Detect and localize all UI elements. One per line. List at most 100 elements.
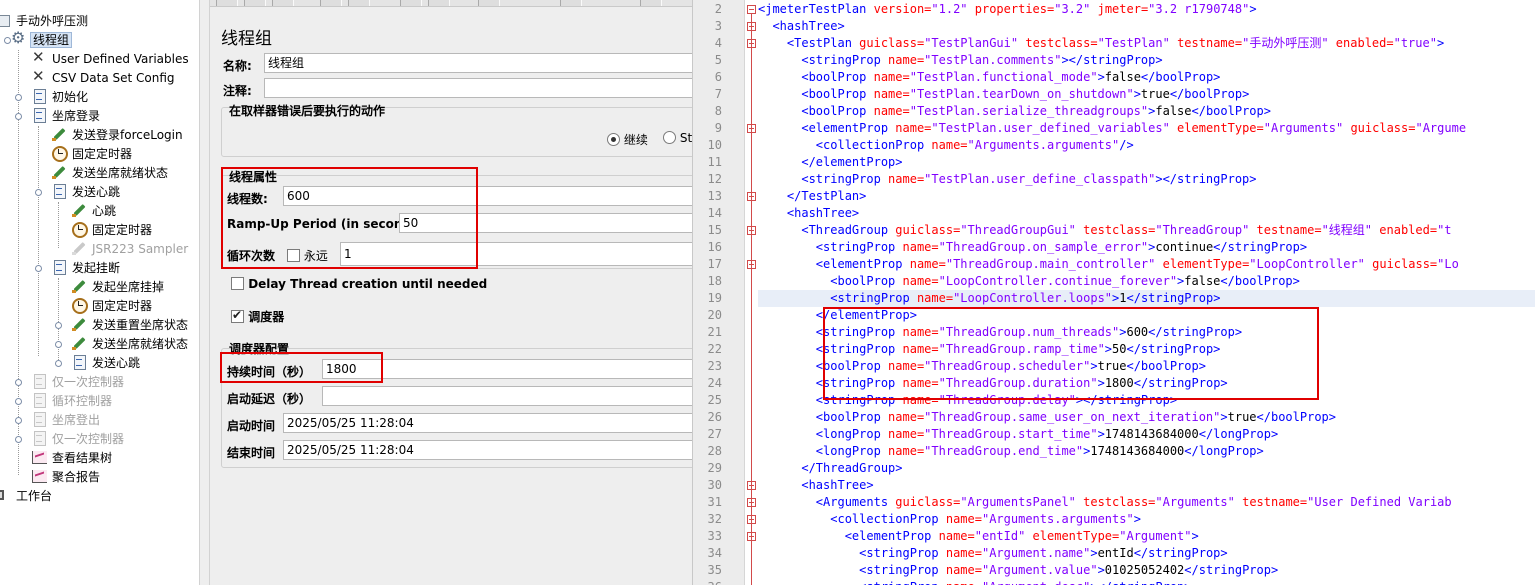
code-line[interactable]: <stringProp name="Argument.desc"></strin… [758,579,1535,585]
toolbar-button[interactable] [348,0,370,6]
expand-handle[interactable] [15,94,22,101]
code-line[interactable]: <stringProp name="ThreadGroup.on_sample_… [758,239,1535,256]
code-line[interactable]: <TestPlan guiclass="TestPlanGui" testcla… [758,35,1535,52]
rampup-field[interactable]: 50 [399,213,692,233]
expand-handle[interactable] [15,379,22,386]
code-line[interactable]: <boolProp name="LoopController.continue_… [758,273,1535,290]
code-line[interactable]: <collectionProp name="Arguments.argument… [758,137,1535,154]
name-field[interactable]: 线程组 [264,53,692,73]
fold-toggle[interactable] [747,5,756,14]
tree-item-agent-logout[interactable]: 坐席登出 [31,411,102,430]
scheduler-option[interactable]: 调度器 [231,308,284,325]
scheduler-checkbox[interactable] [231,308,244,323]
code-line[interactable]: </ThreadGroup> [758,460,1535,477]
collapse-handle[interactable] [35,265,42,272]
toolbar-button[interactable] [560,0,582,6]
code-line[interactable]: <stringProp name="TestPlan.user_define_c… [758,171,1535,188]
tree-item-csv-data-set-config[interactable]: CSV Data Set Config [31,67,177,88]
loop-count-field[interactable]: 1 [340,242,692,266]
code-line[interactable]: </elementProp> [758,307,1535,324]
toolbar-button[interactable] [272,0,294,6]
toolbar-button[interactable] [640,0,662,6]
code-line[interactable]: <elementProp name="entId" elementType="A… [758,528,1535,545]
tree-item-send-heartbeat[interactable]: 发送心跳 [51,183,122,202]
startup-delay-field[interactable] [322,386,692,406]
tree-item-init[interactable]: 初始化 [31,88,90,107]
code-line[interactable]: </elementProp> [758,154,1535,171]
tree-item-agent-hangup[interactable]: 发起坐席挂掉 [71,278,166,297]
code-line[interactable]: <stringProp name="LoopController.loops">… [758,290,1535,307]
code-area[interactable]: <jmeterTestPlan version="1.2" properties… [758,0,1535,585]
continue-radio[interactable] [607,133,620,146]
code-line[interactable]: <stringProp name="Argument.value">010250… [758,562,1535,579]
toolbar-button[interactable] [400,0,422,6]
toolbar-button[interactable] [216,0,238,6]
code-line[interactable]: </TestPlan> [758,188,1535,205]
start-time-field[interactable]: 2025/05/25 11:28:04 [283,413,692,433]
expand-handle[interactable] [55,341,62,348]
tree-item-send-agent-ready[interactable]: 发送坐席就绪状态 [51,164,170,183]
comment-field[interactable] [264,78,692,98]
forever-option[interactable]: 永远 [287,247,328,264]
on-error-continue-option[interactable]: 继续 [607,131,648,148]
toolbar-button[interactable] [320,0,342,6]
code-line[interactable]: <boolProp name="TestPlan.functional_mode… [758,69,1535,86]
delay-creation-checkbox[interactable] [231,277,244,290]
delay-creation-option[interactable]: Delay Thread creation until needed [231,277,487,291]
code-line[interactable]: <hashTree> [758,477,1535,494]
tree-item-once-only-controller[interactable]: 仅一次控制器 [31,373,126,392]
forever-checkbox[interactable] [287,249,300,262]
code-line[interactable]: <elementProp name="ThreadGroup.main_cont… [758,256,1535,273]
duration-field[interactable]: 1800 [322,359,692,379]
tree-item-agent-login[interactable]: 坐席登录 [31,107,102,126]
tree-item-constant-timer[interactable]: 固定定时器 [71,297,154,316]
tree-item-jsr223-sampler[interactable]: JSR223 Sampler [71,240,190,259]
tree-item-initiate-hangup[interactable]: 发起挂断 [51,259,122,278]
code-line[interactable]: <elementProp name="TestPlan.user_defined… [758,120,1535,137]
code-line[interactable]: <hashTree> [758,18,1535,35]
expand-handle[interactable] [15,398,22,405]
xml-editor[interactable]: 2 3 4 5 6 7 8 9 10 11 12 13 14 15 16 17 18 19 20 21 22 23 24 25… [692,0,1535,585]
code-line[interactable]: <hashTree> [758,205,1535,222]
code-line[interactable]: <longProp name="ThreadGroup.start_time">… [758,426,1535,443]
tree-item-user-defined-variables[interactable]: User Defined Variables [31,48,191,69]
pane-splitter[interactable] [199,0,210,585]
end-time-field[interactable]: 2025/05/25 11:28:04 [283,440,692,460]
code-line[interactable]: <ThreadGroup guiclass="ThreadGroupGui" t… [758,222,1535,239]
toolbar-button[interactable] [244,0,266,6]
code-line[interactable]: <boolProp name="TestPlan.serialize_threa… [758,103,1535,120]
expand-handle[interactable] [55,322,62,329]
toolbar-button[interactable] [478,0,500,6]
code-line[interactable]: <stringProp name="Argument.name">entId</… [758,545,1535,562]
code-line[interactable]: <jmeterTestPlan version="1.2" properties… [758,1,1535,18]
collapse-handle[interactable] [35,189,42,196]
tree-item-send-force-login[interactable]: 发送登录forceLogin [51,126,185,145]
toolbar-button[interactable] [428,0,450,6]
code-line[interactable]: <stringProp name="ThreadGroup.delay"></s… [758,392,1535,409]
tree-item-once-only-controller[interactable]: 仅一次控制器 [31,430,126,449]
on-error-next-option[interactable]: St [663,131,692,145]
tree-item-heartbeat[interactable]: 心跳 [71,202,118,221]
code-line[interactable]: <stringProp name="ThreadGroup.duration">… [758,375,1535,392]
tree-item-reset-agent-state[interactable]: 发送重置坐席状态 [71,316,190,335]
tree-item-send-heartbeat[interactable]: 发送心跳 [71,354,142,373]
tree-item-loop-controller[interactable]: 循环控制器 [31,392,114,411]
tree-item-constant-timer[interactable]: 固定定时器 [51,145,134,164]
code-line[interactable]: <boolProp name="ThreadGroup.scheduler">t… [758,358,1535,375]
code-line[interactable]: <stringProp name="ThreadGroup.num_thread… [758,324,1535,341]
code-line[interactable]: <Arguments guiclass="ArgumentsPanel" tes… [758,494,1535,511]
expand-handle[interactable] [15,436,22,443]
expand-handle[interactable] [55,360,62,367]
collapse-handle[interactable] [15,113,22,120]
tree-item-workbench[interactable]: 工作台 [0,487,54,506]
tree-item-send-agent-ready[interactable]: 发送坐席就绪状态 [71,335,190,354]
tree-item-aggregate-report[interactable]: 聚合报告 [31,468,102,487]
code-line[interactable]: <stringProp name="ThreadGroup.ramp_time"… [758,341,1535,358]
code-line[interactable]: <boolProp name="ThreadGroup.same_user_on… [758,409,1535,426]
code-line[interactable]: <boolProp name="TestPlan.tearDown_on_shu… [758,86,1535,103]
start-next-radio[interactable] [663,131,676,144]
code-line[interactable]: <collectionProp name="Arguments.argument… [758,511,1535,528]
tree-item-constant-timer[interactable]: 固定定时器 [71,221,154,240]
code-line[interactable]: <stringProp name="TestPlan.comments"></s… [758,52,1535,69]
code-line[interactable]: <longProp name="ThreadGroup.end_time">17… [758,443,1535,460]
